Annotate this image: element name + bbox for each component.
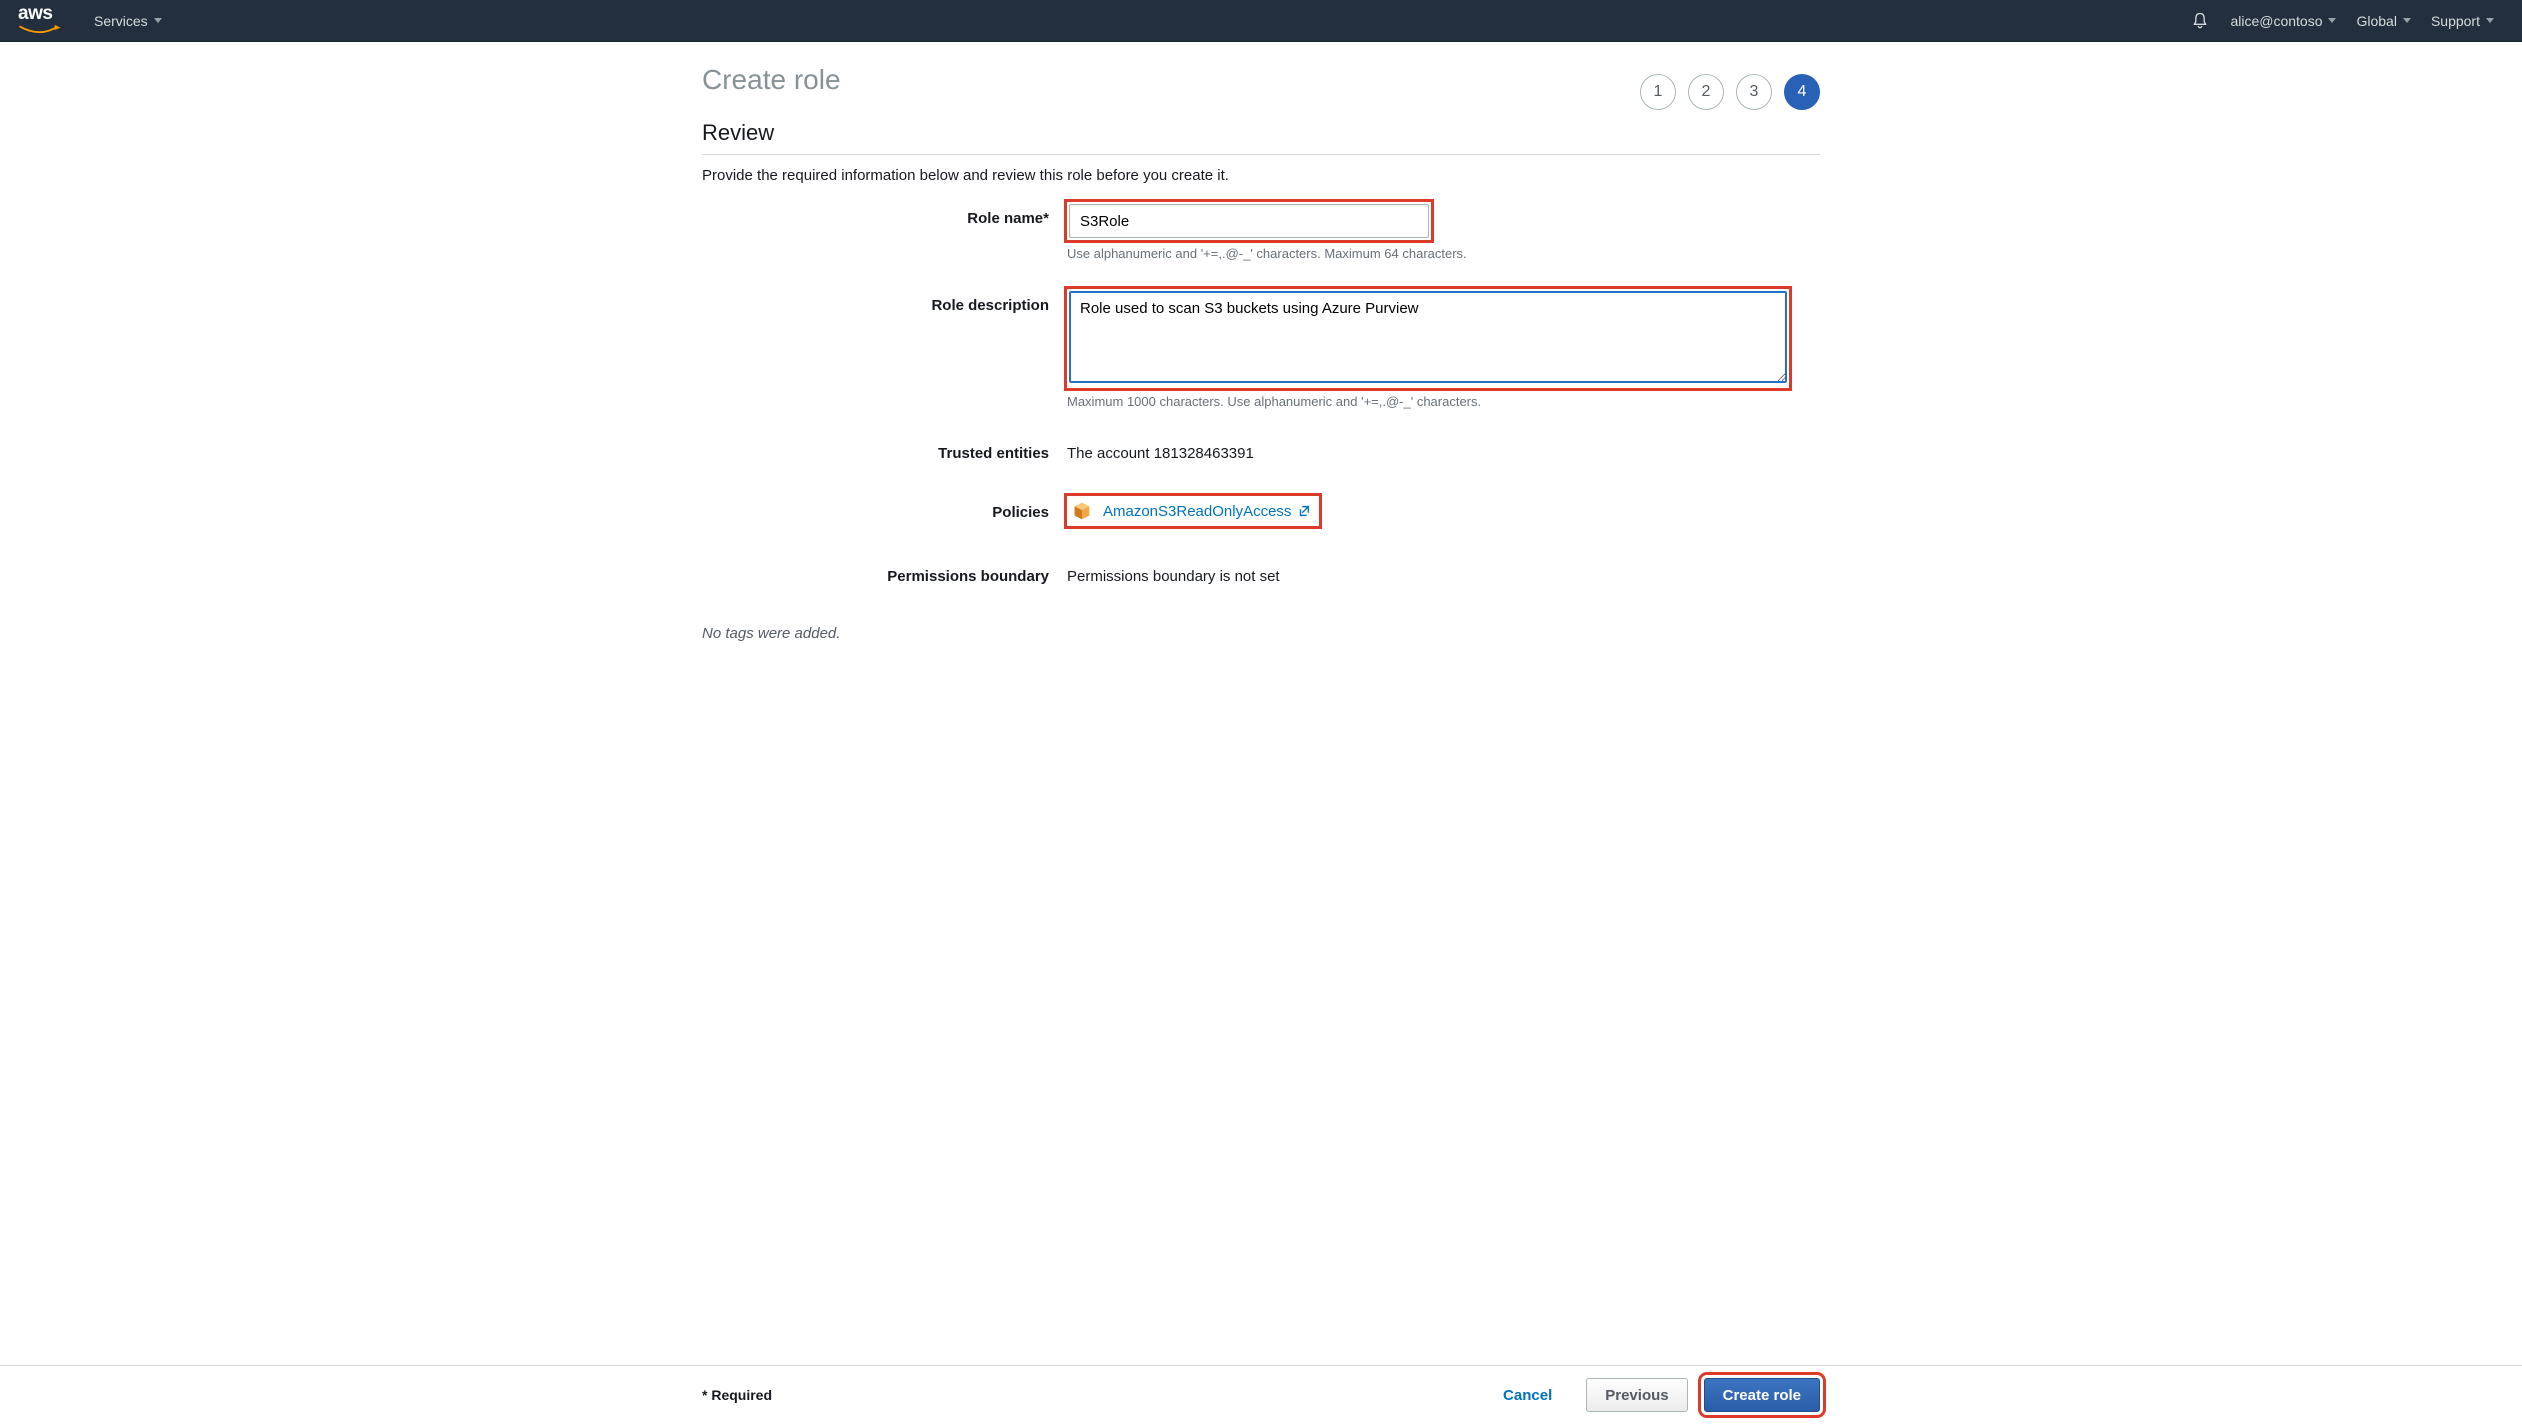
no-tags-text: No tags were added. [702, 625, 1820, 642]
trusted-entities-label: Trusted entities [702, 437, 1067, 462]
role-name-hint: Use alphanumeric and '+=,.@-_' character… [1067, 246, 1820, 261]
bell-icon [2190, 11, 2210, 31]
chevron-down-icon [2486, 18, 2494, 23]
role-name-row: Role name* Use alphanumeric and '+=,.@-_… [702, 202, 1820, 283]
chevron-down-icon [2403, 18, 2411, 23]
aws-logo[interactable]: aws [18, 4, 62, 37]
role-description-hint: Maximum 1000 characters. Use alphanumeri… [1067, 394, 1820, 409]
step-3[interactable]: 3 [1736, 74, 1772, 110]
chevron-down-icon [2328, 18, 2336, 23]
policies-label: Policies [702, 496, 1067, 521]
role-description-label: Role description [702, 289, 1067, 314]
footer-bar: * Required Cancel Previous Create role [0, 1365, 2522, 1424]
page-content: Create role 1 2 3 4 Review Provide the r… [702, 42, 1820, 742]
aws-logo-text: aws [18, 4, 62, 23]
previous-button[interactable]: Previous [1586, 1378, 1687, 1412]
step-4[interactable]: 4 [1784, 74, 1820, 110]
account-menu[interactable]: alice@contoso [2220, 0, 2346, 41]
required-note: * Required [702, 1387, 772, 1403]
step-2[interactable]: 2 [1688, 74, 1724, 110]
role-description-row: Role description Maximum 1000 characters… [702, 289, 1820, 431]
chevron-down-icon [154, 18, 162, 23]
top-navigation: aws Services alice@contoso Global Suppor… [0, 0, 2522, 42]
permissions-boundary-value: Permissions boundary is not set [1067, 560, 1820, 585]
wizard-steps: 1 2 3 4 [1640, 74, 1820, 110]
external-link-icon [1297, 504, 1311, 518]
section-heading: Review [702, 120, 1820, 155]
notifications-button[interactable] [2180, 0, 2220, 41]
region-menu[interactable]: Global [2346, 0, 2420, 41]
role-description-input[interactable] [1069, 291, 1787, 383]
cancel-button[interactable]: Cancel [1485, 1378, 1570, 1412]
step-1[interactable]: 1 [1640, 74, 1676, 110]
policy-cube-icon [1071, 500, 1093, 522]
services-menu[interactable]: Services [84, 0, 172, 41]
policies-row: Policies AmazonS3ReadOnlyAccess [702, 496, 1820, 526]
permissions-boundary-row: Permissions boundary Permissions boundar… [702, 560, 1820, 585]
trusted-entities-row: Trusted entities The account 18132846339… [702, 437, 1820, 462]
role-name-input[interactable] [1069, 204, 1429, 238]
role-name-label: Role name* [702, 202, 1067, 227]
create-role-button[interactable]: Create role [1704, 1378, 1820, 1412]
region-label: Global [2356, 13, 2396, 29]
permissions-boundary-label: Permissions boundary [702, 560, 1067, 585]
policy-link-text: AmazonS3ReadOnlyAccess [1103, 503, 1291, 520]
aws-smile-icon [18, 23, 62, 37]
trusted-entities-value: The account 181328463391 [1067, 437, 1820, 462]
services-label: Services [94, 13, 148, 29]
page-title: Create role [702, 64, 841, 96]
policy-link[interactable]: AmazonS3ReadOnlyAccess [1103, 503, 1311, 520]
section-subtext: Provide the required information below a… [702, 167, 1820, 184]
support-menu[interactable]: Support [2421, 0, 2504, 41]
support-label: Support [2431, 13, 2480, 29]
account-label: alice@contoso [2230, 13, 2322, 29]
